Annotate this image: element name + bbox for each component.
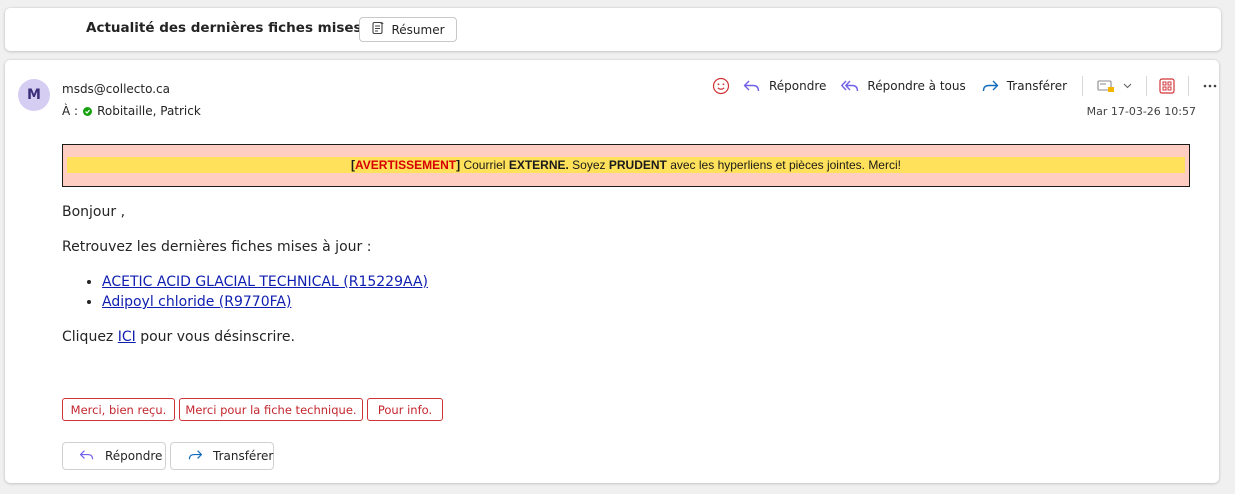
presence-available-icon bbox=[83, 106, 93, 116]
tag-flag-icon bbox=[1097, 78, 1115, 94]
avatar[interactable]: M bbox=[18, 79, 50, 111]
apps-grid-icon bbox=[1159, 78, 1175, 94]
to-label: À : bbox=[62, 104, 79, 118]
summarize-label: Résumer bbox=[391, 22, 445, 37]
summarize-button[interactable]: Résumer bbox=[359, 17, 457, 42]
bottom-reply-label: Répondre bbox=[105, 449, 163, 463]
warning-word-external: EXTERNE. bbox=[508, 158, 569, 172]
reply-icon bbox=[743, 79, 761, 93]
reply-label: Répondre bbox=[769, 79, 827, 93]
forward-label: Transférer bbox=[1006, 79, 1068, 93]
warning-word-prudent: PRUDENT bbox=[608, 158, 667, 172]
quick-reply-button[interactable]: Merci pour la fiche technique. bbox=[179, 398, 363, 421]
recipient-line: À : Robitaille, Patrick bbox=[62, 104, 201, 118]
warning-text-2: Soyez bbox=[568, 158, 609, 172]
toolbar-divider bbox=[1082, 76, 1084, 96]
message-date: Mar 17-03-26 10:57 bbox=[1086, 105, 1196, 118]
apps-button[interactable] bbox=[1159, 78, 1175, 94]
unsubscribe-text-before: Cliquez bbox=[62, 329, 118, 345]
more-icon bbox=[1203, 84, 1217, 88]
forward-button[interactable]: Transférer bbox=[981, 79, 1067, 93]
apps-dropdown-button[interactable] bbox=[1097, 78, 1132, 94]
sheet-link-adipoyl-chloride[interactable]: Adipoyl chloride (R9770FA) bbox=[102, 294, 291, 310]
warning-strip: [AVERTISSEMENT] Courriel EXTERNE. Soyez … bbox=[67, 157, 1185, 173]
reply-button[interactable]: Répondre bbox=[743, 79, 826, 93]
reply-all-icon bbox=[841, 79, 859, 93]
bottom-forward-label: Transférer bbox=[213, 449, 274, 463]
unsubscribe-text-after: pour vous désinscrire. bbox=[135, 329, 295, 345]
greeting: Bonjour , bbox=[62, 204, 126, 220]
reply-all-button[interactable]: Répondre à tous bbox=[841, 79, 966, 93]
warning-tag: AVERTISSEMENT bbox=[355, 158, 457, 172]
reply-icon bbox=[79, 449, 95, 464]
unsubscribe-line: Cliquez ICI pour vous désinscrire. bbox=[62, 329, 295, 345]
bottom-reply-button[interactable]: Répondre bbox=[62, 442, 166, 470]
sender-address[interactable]: msds@collecto.ca bbox=[62, 82, 170, 96]
warning-text-1: Courriel bbox=[460, 158, 509, 172]
bottom-forward-button[interactable]: Transférer bbox=[170, 442, 274, 470]
list-item: ACETIC ACID GLACIAL TECHNICAL (R15229AA) bbox=[102, 272, 428, 292]
reply-all-label: Répondre à tous bbox=[867, 79, 966, 93]
warning-text-3: avec les hyperliens et pièces jointes. M… bbox=[666, 158, 901, 172]
list-item: Adipoyl chloride (R9770FA) bbox=[102, 292, 428, 312]
external-warning-banner: [AVERTISSEMENT] Courriel EXTERNE. Soyez … bbox=[62, 144, 1190, 187]
smiley-icon bbox=[712, 77, 730, 95]
message-actions: Répondre Répondre à tous Transférer bbox=[712, 74, 1217, 98]
toolbar-divider bbox=[1188, 76, 1190, 96]
message-pane: M msds@collecto.ca À : Robitaille, Patri… bbox=[5, 60, 1219, 483]
summarize-icon bbox=[371, 21, 385, 38]
recipient-name[interactable]: Robitaille, Patrick bbox=[97, 104, 201, 118]
react-button[interactable] bbox=[712, 77, 730, 95]
quick-reply-button[interactable]: Pour info. bbox=[367, 398, 443, 421]
forward-icon bbox=[187, 449, 203, 464]
unsubscribe-link[interactable]: ICI bbox=[118, 329, 136, 345]
toolbar-divider bbox=[1146, 76, 1148, 96]
sheet-link-acetic-acid[interactable]: ACETIC ACID GLACIAL TECHNICAL (R15229AA) bbox=[102, 274, 428, 290]
intro-text: Retrouvez les dernières fiches mises à j… bbox=[62, 239, 372, 255]
chevron-down-icon bbox=[1123, 83, 1132, 89]
more-actions-button[interactable] bbox=[1203, 84, 1217, 88]
quick-reply-button[interactable]: Merci, bien reçu. bbox=[62, 398, 175, 421]
subject-bar: Actualité des dernières fiches mises à j… bbox=[5, 8, 1221, 51]
forward-icon bbox=[981, 79, 999, 93]
sheet-list: ACETIC ACID GLACIAL TECHNICAL (R15229AA)… bbox=[84, 272, 428, 312]
